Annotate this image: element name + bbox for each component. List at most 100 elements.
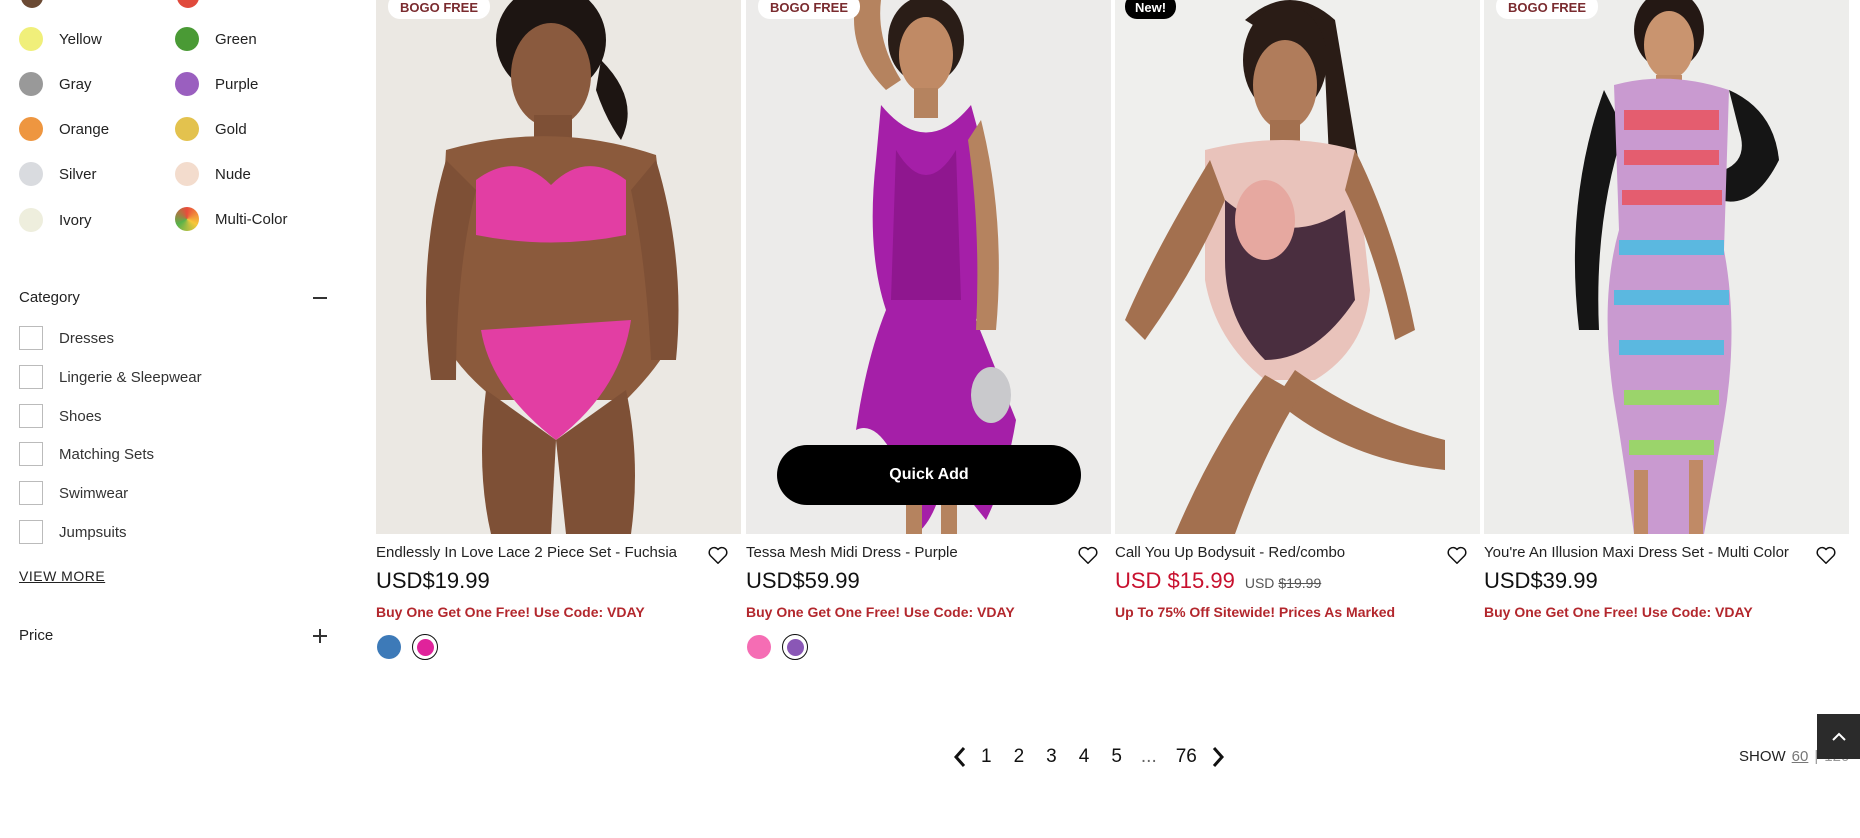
minus-icon: [313, 296, 327, 299]
pagination: 1 2 3 4 5 ... 76: [950, 744, 1228, 770]
per-page-60[interactable]: 60: [1792, 748, 1809, 765]
promo-text: Buy One Get One Free! Use Code: VDAY: [1484, 604, 1753, 620]
orange-swatch: [19, 117, 43, 141]
product-image[interactable]: BOGO FREE: [376, 0, 741, 534]
product-image[interactable]: New!: [1115, 0, 1480, 534]
silver-swatch: [19, 162, 43, 186]
prev-page-button[interactable]: [950, 744, 970, 770]
product-title[interactable]: Call You Up Bodysuit - Red/combo: [1115, 544, 1480, 562]
quick-add-button[interactable]: Quick Add: [777, 445, 1081, 505]
next-page-button[interactable]: [1208, 744, 1228, 770]
category-filter-toggle[interactable]: Category: [19, 289, 327, 306]
original-amount: $19.99: [1278, 575, 1322, 591]
ivory-swatch: [19, 208, 43, 232]
product-price: USD$39.99: [1484, 568, 1598, 593]
product-title[interactable]: Endlessly In Love Lace 2 Piece Set - Fuc…: [376, 544, 741, 562]
model-photo: [1574, 0, 1779, 534]
checkbox[interactable]: [19, 481, 43, 505]
checkbox[interactable]: [19, 365, 43, 389]
promo-text: Buy One Get One Free! Use Code: VDAY: [376, 604, 645, 620]
color-filter-ivory[interactable]: Ivory: [19, 208, 92, 232]
page-link[interactable]: 3: [1046, 746, 1057, 768]
product-sale-price: USD $15.99 USD $19.99: [1115, 568, 1480, 594]
color-filter-green[interactable]: Green: [175, 27, 257, 51]
swatch-red-partial[interactable]: [177, 0, 199, 8]
wishlist-heart-icon[interactable]: [1446, 544, 1468, 566]
green-swatch: [175, 27, 199, 51]
color-filter-silver[interactable]: Silver: [19, 162, 97, 186]
color-label: Yellow: [59, 30, 102, 48]
page-link-last[interactable]: 76: [1176, 746, 1197, 768]
wishlist-heart-icon[interactable]: [1077, 544, 1099, 566]
category-filter-title: Category: [19, 289, 80, 306]
color-option-pink[interactable]: [746, 634, 772, 660]
swatch-fill: [747, 635, 771, 659]
view-more-link[interactable]: VIEW MORE: [19, 568, 105, 584]
model-photo: [1125, 0, 1445, 534]
color-label: Silver: [59, 165, 97, 183]
product-price: USD$59.99: [746, 568, 860, 593]
checkbox[interactable]: [19, 520, 43, 544]
color-label: Nude: [215, 165, 251, 183]
category-option[interactable]: Dresses: [19, 326, 114, 350]
original-price: USD $19.99: [1245, 575, 1321, 591]
page-link[interactable]: 2: [1014, 746, 1025, 768]
color-filter-multi-color[interactable]: Multi-Color: [175, 207, 288, 231]
purple-swatch: [175, 72, 199, 96]
original-currency: USD: [1244, 575, 1275, 591]
color-option-blue[interactable]: [376, 634, 402, 660]
color-filter-purple[interactable]: Purple: [175, 72, 258, 96]
price-filter-toggle[interactable]: Price: [19, 627, 327, 644]
checkbox[interactable]: [19, 404, 43, 428]
category-option[interactable]: Jumpsuits: [19, 520, 127, 544]
chevron-right-icon: [1212, 747, 1224, 767]
wishlist-heart-icon[interactable]: [707, 544, 729, 566]
promo-badge: BOGO FREE: [1496, 0, 1599, 19]
promo-badge: BOGO FREE: [388, 0, 491, 19]
color-option-fuchsia[interactable]: [412, 634, 438, 660]
product-card[interactable]: BOGO FREE You're An Illusion Maxi Dress …: [1484, 0, 1849, 620]
category-label: Swimwear: [59, 484, 129, 502]
color-filter-yellow[interactable]: Yellow: [19, 27, 102, 51]
yellow-swatch: [19, 27, 43, 51]
category-option[interactable]: Shoes: [19, 404, 102, 428]
category-option[interactable]: Swimwear: [19, 481, 128, 505]
multi-color-swatch: [175, 207, 199, 231]
product-card[interactable]: BOGO FREE Quick Add Tessa Mesh Midi Dres…: [746, 0, 1111, 660]
filter-sidebar: Yellow Green Gray Purple Orange Gold Sil…: [0, 0, 350, 838]
checkbox[interactable]: [19, 326, 43, 350]
plus-icon: [313, 628, 327, 643]
swatch-brown-partial[interactable]: [21, 0, 43, 8]
product-title[interactable]: You're An Illusion Maxi Dress Set - Mult…: [1484, 544, 1849, 562]
category-option[interactable]: Lingerie & Sleepwear: [19, 365, 202, 389]
back-to-top-button[interactable]: [1817, 714, 1860, 759]
color-filter-nude[interactable]: Nude: [175, 162, 251, 186]
product-image[interactable]: BOGO FREE Quick Add: [746, 0, 1111, 534]
wishlist-heart-icon[interactable]: [1815, 544, 1837, 566]
promo-text: Up To 75% Off Sitewide! Prices As Marked: [1115, 604, 1396, 620]
color-filter-orange[interactable]: Orange: [19, 117, 109, 141]
color-options: [746, 634, 1111, 660]
page-link[interactable]: 4: [1079, 746, 1090, 768]
category-label: Lingerie & Sleepwear: [59, 368, 202, 386]
gray-swatch: [19, 72, 43, 96]
product-title[interactable]: Tessa Mesh Midi Dress - Purple: [746, 544, 1111, 562]
swatch-fill: [377, 635, 401, 659]
color-filter-gray[interactable]: Gray: [19, 72, 92, 96]
category-label: Jumpsuits: [59, 523, 127, 541]
checkbox[interactable]: [19, 442, 43, 466]
product-card[interactable]: BOGO FREE Endlessly In Love Lace 2 Piece…: [376, 0, 741, 660]
color-filter-gold[interactable]: Gold: [175, 117, 247, 141]
category-option[interactable]: Matching Sets: [19, 442, 154, 466]
color-label: Multi-Color: [215, 210, 288, 228]
nude-swatch: [175, 162, 199, 186]
swatch-fill: [416, 638, 434, 656]
page-link[interactable]: 1: [981, 746, 992, 768]
color-option-purple[interactable]: [782, 634, 808, 660]
promo-badge: BOGO FREE: [758, 0, 861, 19]
product-image[interactable]: BOGO FREE: [1484, 0, 1849, 534]
chevron-left-icon: [953, 747, 966, 767]
product-card[interactable]: New! Call You Up Bodysuit - Red/combo US…: [1115, 0, 1480, 620]
page-link[interactable]: 5: [1111, 746, 1122, 768]
color-options: [376, 634, 741, 660]
